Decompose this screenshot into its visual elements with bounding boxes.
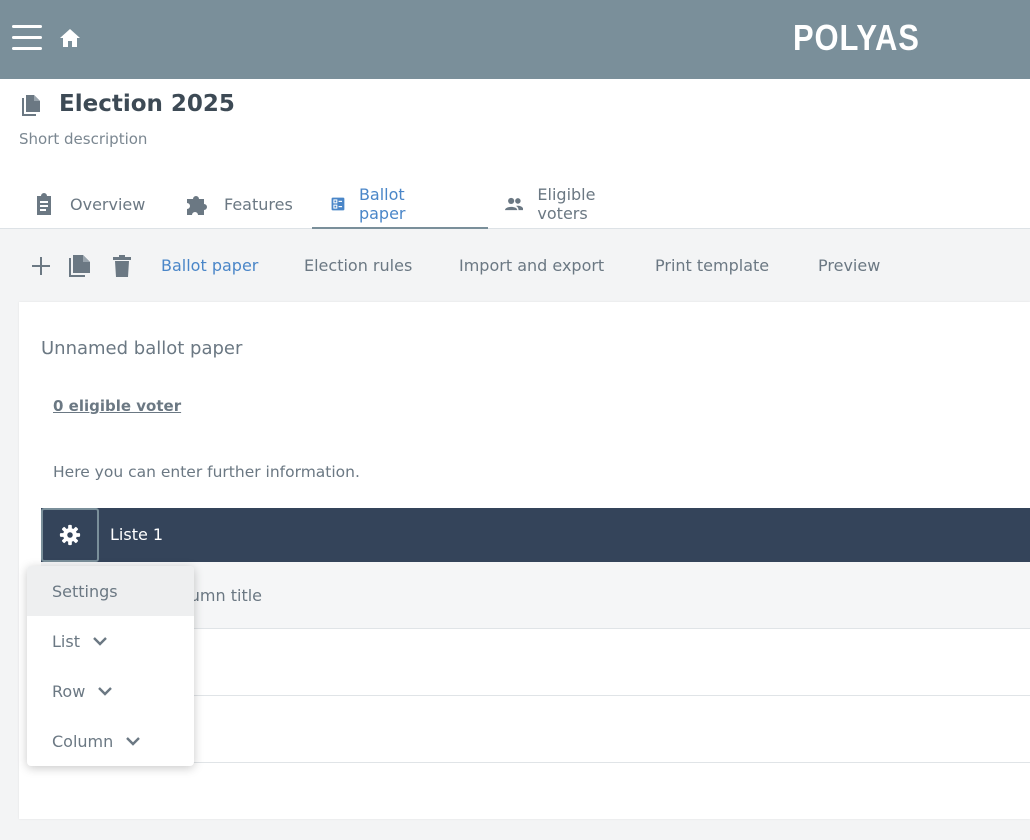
tab-ballot-paper-label: Ballot paper xyxy=(358,185,406,223)
subnav-preview[interactable]: Preview xyxy=(818,256,880,275)
puzzle-icon xyxy=(187,196,207,215)
chevron-down-icon xyxy=(93,637,107,646)
election-header: Election 2025 Short description Overview… xyxy=(0,79,1030,229)
page-description: Short description xyxy=(19,130,148,148)
people-icon xyxy=(505,197,524,211)
list-header: Liste 1 xyxy=(41,508,1030,562)
subnav-print-template[interactable]: Print template xyxy=(655,256,769,275)
subnav-import-export[interactable]: Import and export xyxy=(459,256,604,275)
plus-icon[interactable] xyxy=(29,254,53,278)
menu-item-row[interactable]: Row xyxy=(27,666,194,716)
gear-icon xyxy=(59,524,81,546)
ballot-list-icon xyxy=(331,197,345,211)
ballot-toolbar: Ballot paper Election rules Import and e… xyxy=(0,230,1030,302)
menu-item-column[interactable]: Column xyxy=(27,716,194,766)
menu-item-settings-label: Settings xyxy=(52,581,118,601)
menu-item-settings[interactable]: Settings xyxy=(27,566,194,616)
menu-item-list[interactable]: List xyxy=(27,616,194,666)
tab-ballot-paper[interactable]: Ballot paper xyxy=(331,179,416,229)
subnav-election-rules[interactable]: Election rules xyxy=(304,256,412,275)
chevron-down-icon xyxy=(126,737,141,746)
clipboard-icon xyxy=(37,193,51,215)
list-settings-button[interactable] xyxy=(41,508,99,562)
top-bar: POLYAS xyxy=(0,0,1030,79)
eligible-voters-link[interactable]: 0 eligible voter xyxy=(53,397,181,415)
chevron-down-icon xyxy=(98,687,113,696)
active-tab-indicator xyxy=(312,227,488,229)
page-title: Election 2025 xyxy=(59,91,235,117)
list-title[interactable]: Liste 1 xyxy=(110,525,163,544)
ballot-name[interactable]: Unnamed ballot paper xyxy=(41,338,242,359)
subnav-ballot-paper[interactable]: Ballot paper xyxy=(161,256,258,275)
copy-document-icon xyxy=(22,95,40,116)
ballot-info-text[interactable]: Here you can enter further information. xyxy=(53,463,360,481)
trash-icon[interactable] xyxy=(110,254,134,278)
settings-dropdown-menu: Settings List Row Column xyxy=(27,566,194,766)
home-icon[interactable] xyxy=(58,26,82,50)
tab-eligible-voters[interactable]: Eligible voters xyxy=(505,179,607,229)
copy-icon[interactable] xyxy=(68,254,92,278)
tab-features-label: Features xyxy=(224,194,293,214)
menu-item-column-label: Column xyxy=(52,731,114,751)
menu-item-row-label: Row xyxy=(52,681,86,701)
tab-features[interactable]: Features xyxy=(184,179,293,229)
brand-logo: POLYAS xyxy=(793,17,920,58)
hamburger-menu-icon[interactable] xyxy=(12,25,42,51)
menu-item-list-label: List xyxy=(52,631,80,651)
tab-overview[interactable]: Overview xyxy=(32,179,145,229)
tab-overview-label: Overview xyxy=(70,194,146,214)
tab-eligible-voters-label: Eligible voters xyxy=(537,185,596,223)
